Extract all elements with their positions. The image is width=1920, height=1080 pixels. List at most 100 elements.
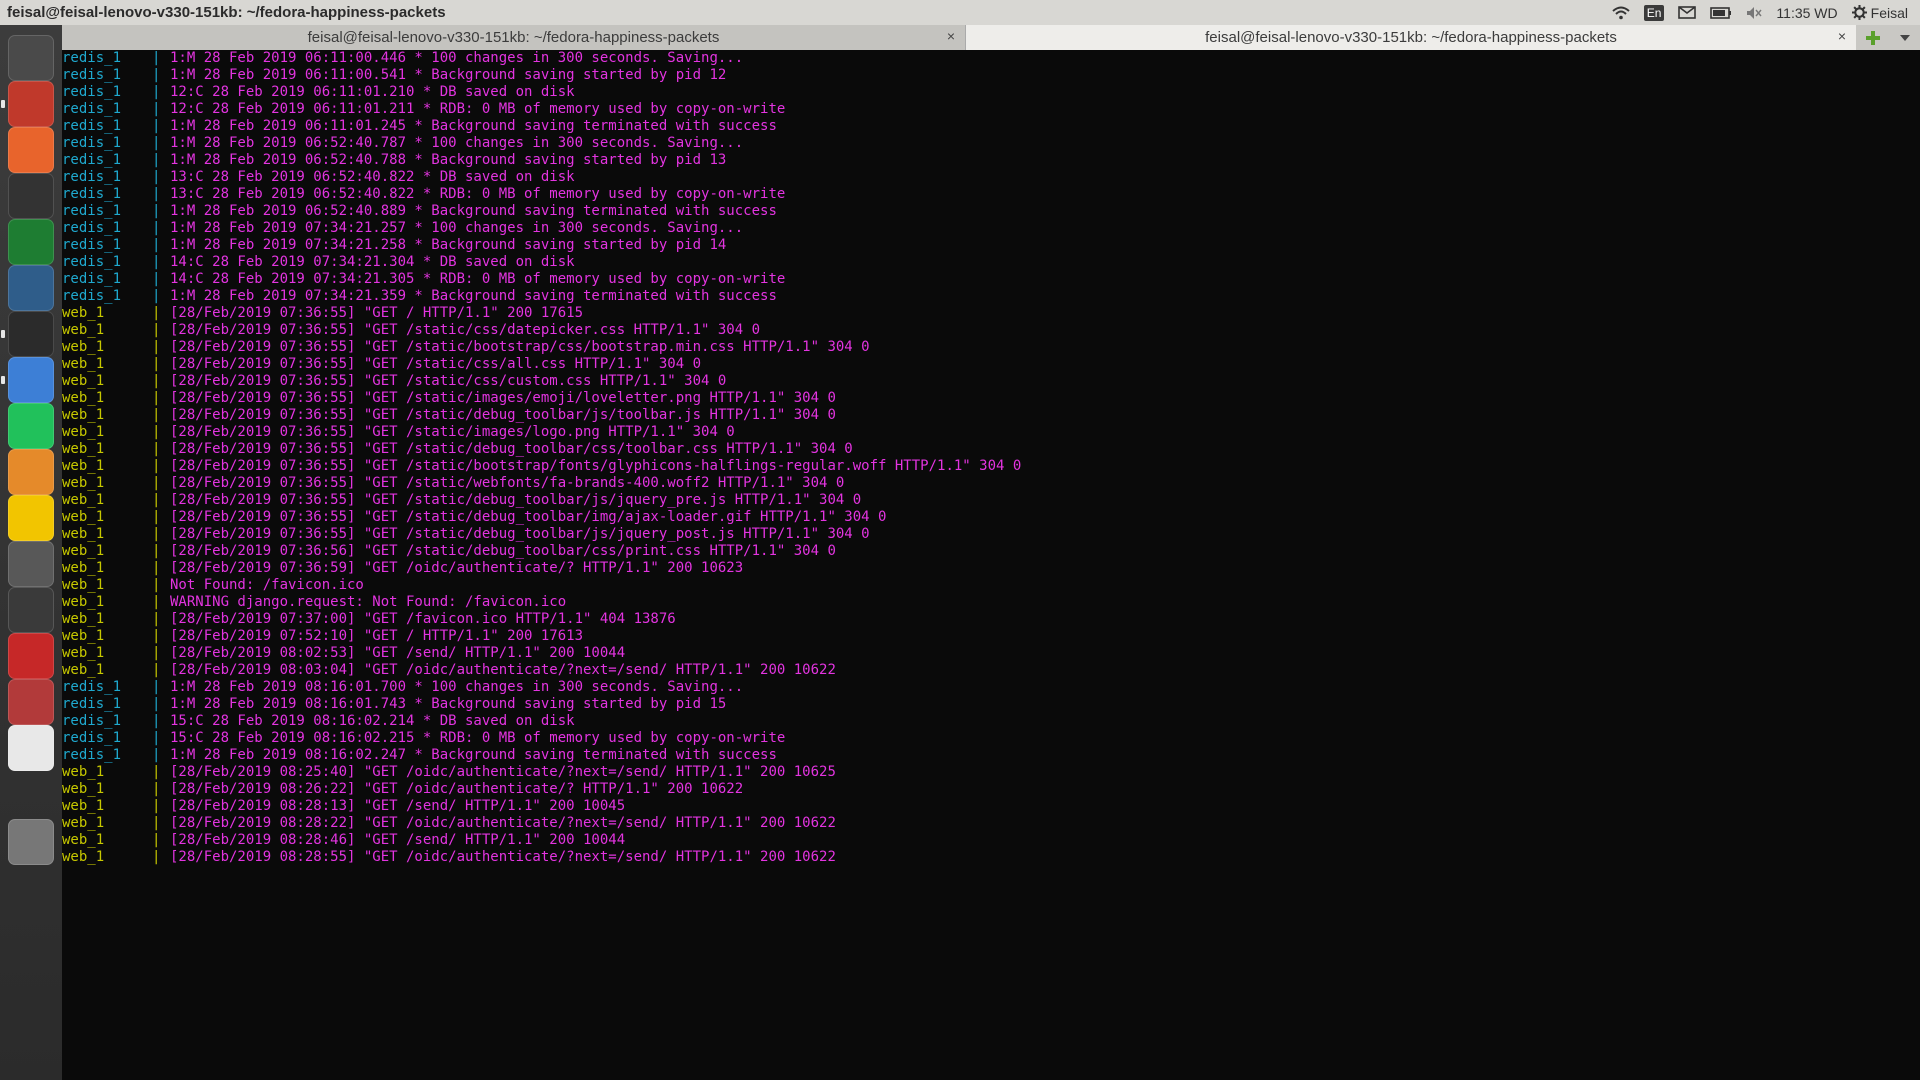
system-settings-icon[interactable] [8,35,54,81]
log-message: 13:C 28 Feb 2019 06:52:40.822 * RDB: 0 M… [170,186,786,202]
sublime-text-icon[interactable] [8,449,54,495]
terminal-icon[interactable] [8,311,54,357]
log-service-name: redis_1 [62,254,122,270]
log-line: web_1 | [28/Feb/2019 07:36:55] "GET /stati… [62,339,1920,356]
log-separator: | [152,220,161,236]
terminal-tab-1[interactable]: feisal@feisal-lenovo-v330-151kb: ~/fedor… [62,25,966,50]
tab-label: feisal@feisal-lenovo-v330-151kb: ~/fedor… [307,29,720,46]
chevron-down-icon [1900,34,1910,41]
log-message: [28/Feb/2019 07:37:00] "GET /favicon.ico… [170,611,676,627]
log-line: web_1 | [28/Feb/2019 08:25:40] "GET /oidc/… [62,764,1920,781]
log-separator: | [152,730,161,746]
log-separator: | [152,509,161,525]
log-message: [28/Feb/2019 07:36:55] "GET /static/debu… [170,492,862,508]
log-service-name: web_1 [62,526,105,542]
session-menu[interactable]: Feisal [1851,3,1908,23]
log-service-name: web_1 [62,781,105,797]
log-line: web_1 | [28/Feb/2019 07:36:56] "GET /stati… [62,543,1920,560]
terminal-window[interactable]: feisal@feisal-lenovo-v330-151kb: ~/fedor… [62,25,1920,1080]
log-separator: | [152,254,161,270]
log-service-name: redis_1 [62,50,122,66]
log-message: 15:C 28 Feb 2019 08:16:02.215 * RDB: 0 M… [170,730,786,746]
trash-icon[interactable] [8,819,54,865]
log-message: 12:C 28 Feb 2019 06:11:01.210 * DB saved… [170,84,575,100]
log-message: [28/Feb/2019 07:36:56] "GET /static/debu… [170,543,836,559]
log-separator: | [152,135,161,151]
log-line: redis_1 | 1:M 28 Feb 2019 06:11:00.541 * B… [62,67,1920,84]
tab-menu-button[interactable] [1890,25,1920,50]
log-message: [28/Feb/2019 07:36:55] "GET /static/css/… [170,373,727,389]
log-service-name: web_1 [62,322,105,338]
log-message: [28/Feb/2019 07:36:55] "GET /static/debu… [170,509,887,525]
battery-icon[interactable] [1710,3,1732,23]
running-indicator [1,100,5,108]
log-separator: | [152,662,161,678]
log-service-name: web_1 [62,424,105,440]
new-tab-button[interactable] [1856,25,1890,50]
log-service-name: redis_1 [62,186,122,202]
close-tab-icon[interactable]: × [1838,28,1846,44]
launcher [0,25,63,1080]
log-line: redis_1 | 1:M 28 Feb 2019 06:11:01.245 * B… [62,118,1920,135]
log-line: web_1 | [28/Feb/2019 08:26:22] "GET /oidc/… [62,781,1920,798]
log-line: redis_1 | 14:C 28 Feb 2019 07:34:21.304 * … [62,254,1920,271]
postgres-elephant-icon[interactable] [8,265,54,311]
log-service-name: redis_1 [62,271,122,287]
log-line: redis_1 | 1:M 28 Feb 2019 07:34:21.257 * 1… [62,220,1920,237]
log-line: redis_1 | 1:M 28 Feb 2019 06:11:00.446 * 1… [62,50,1920,67]
log-service-name: redis_1 [62,169,122,185]
running-indicator [1,376,5,384]
log-line: redis_1 | 13:C 28 Feb 2019 06:52:40.822 * … [62,169,1920,186]
clock[interactable]: 11:35 WD [1776,3,1837,23]
file-cabinet-icon[interactable] [8,81,54,127]
log-message: 14:C 28 Feb 2019 07:34:21.304 * DB saved… [170,254,575,270]
vim-icon[interactable] [8,219,54,265]
log-line: redis_1 | 1:M 28 Feb 2019 06:52:40.889 * B… [62,203,1920,220]
log-line: redis_1 | 1:M 28 Feb 2019 07:34:21.258 * B… [62,237,1920,254]
mail-icon[interactable] [1678,3,1697,23]
wifi-icon[interactable] [1612,3,1630,23]
software-updater-icon[interactable] [8,587,54,633]
log-message: 1:M 28 Feb 2019 08:16:02.247 * Backgroun… [170,747,777,763]
software-center-icon[interactable] [8,127,54,173]
log-separator: | [152,339,161,355]
2do-icon[interactable] [8,495,54,541]
gimp-icon[interactable] [8,541,54,587]
keyboard-layout-indicator[interactable]: En [1643,3,1665,23]
video-editor-icon[interactable] [8,173,54,219]
log-message: Not Found: /favicon.ico [170,577,364,593]
terminal-output[interactable]: redis_1 | 1:M 28 Feb 2019 06:11:00.446 * 1… [62,50,1920,1080]
log-line: web_1 | [28/Feb/2019 08:28:46] "GET /send/… [62,832,1920,849]
log-service-name: web_1 [62,339,105,355]
log-separator: | [152,118,161,134]
log-message: 12:C 28 Feb 2019 06:11:01.211 * RDB: 0 M… [170,101,786,117]
log-message: [28/Feb/2019 07:36:55] "GET /static/css/… [170,356,702,372]
log-separator: | [152,390,161,406]
log-message: 1:M 28 Feb 2019 07:34:21.258 * Backgroun… [170,237,727,253]
log-message: [28/Feb/2019 08:02:53] "GET /send/ HTTP/… [170,645,626,661]
log-service-name: web_1 [62,849,105,865]
log-separator: | [152,543,161,559]
log-message: [28/Feb/2019 08:26:22] "GET /oidc/authen… [170,781,744,797]
log-message: [28/Feb/2019 07:36:55] "GET /static/debu… [170,526,870,542]
log-message: 1:M 28 Feb 2019 06:52:40.787 * 100 chang… [170,135,744,151]
log-line: web_1 | [28/Feb/2019 07:36:55] "GET / HTTP… [62,305,1920,322]
text-editor-icon[interactable] [8,633,54,679]
log-message: 1:M 28 Feb 2019 06:52:40.889 * Backgroun… [170,203,777,219]
log-separator: | [152,67,161,83]
settings-tools-icon[interactable] [8,679,54,725]
log-service-name: redis_1 [62,67,122,83]
chrome-icon[interactable] [8,357,54,403]
log-line: web_1 | [28/Feb/2019 07:36:55] "GET /stati… [62,373,1920,390]
log-service-name: web_1 [62,611,105,627]
amazon-icon[interactable] [8,725,54,771]
log-line: redis_1 | 1:M 28 Feb 2019 07:34:21.359 * B… [62,288,1920,305]
terminal-tab-2[interactable]: feisal@feisal-lenovo-v330-151kb: ~/fedor… [966,25,1856,50]
log-message: [28/Feb/2019 07:36:59] "GET /oidc/authen… [170,560,744,576]
log-line: web_1 | [28/Feb/2019 07:36:55] "GET /stati… [62,475,1920,492]
log-line: web_1 | [28/Feb/2019 08:28:22] "GET /oidc/… [62,815,1920,832]
pycharm-icon[interactable] [8,403,54,449]
close-tab-icon[interactable]: × [947,28,955,44]
log-service-name: web_1 [62,543,105,559]
volume-muted-icon[interactable] [1746,3,1762,23]
